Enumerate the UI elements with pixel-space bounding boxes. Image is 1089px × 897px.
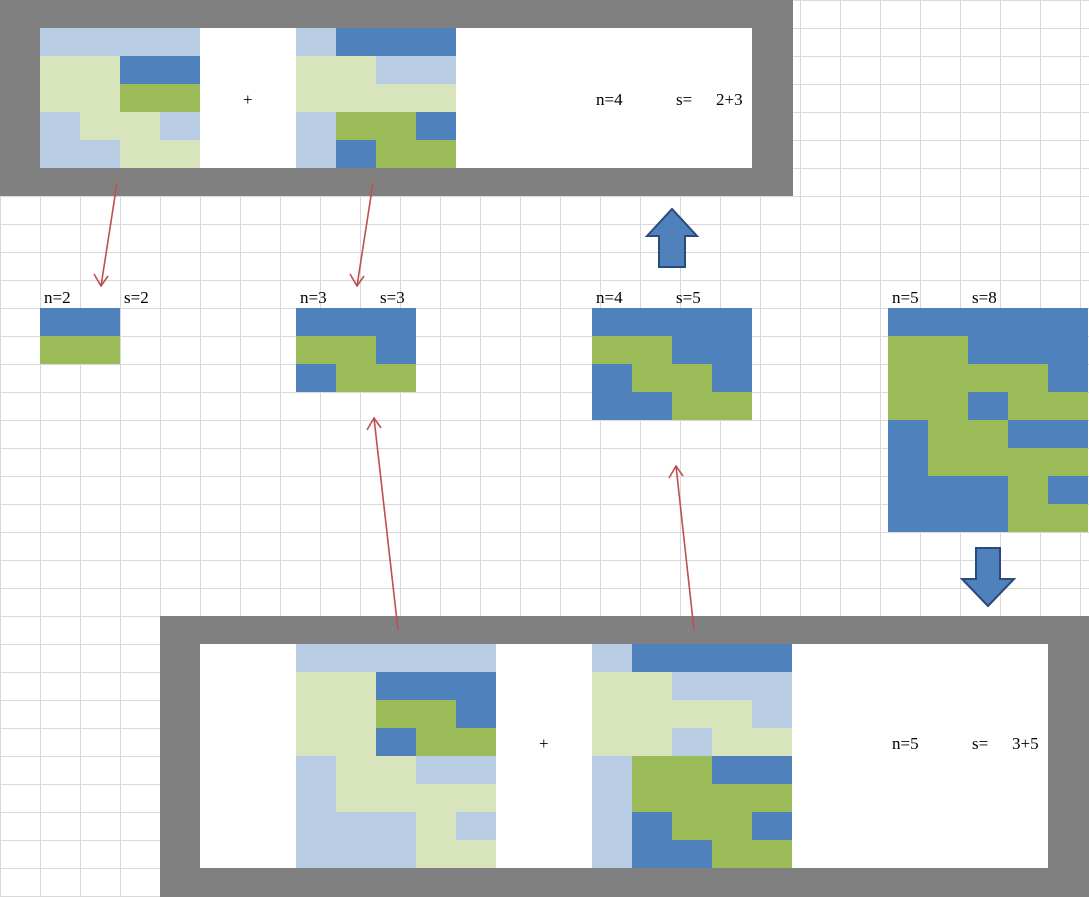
arrow-top-right-to-n3	[349, 182, 374, 288]
arrow-bottom-left-to-n3	[366, 416, 399, 631]
up-block-arrow-icon	[644, 207, 700, 268]
arrow-top-left-to-n2	[93, 182, 118, 288]
arrows-overlay	[93, 182, 1017, 631]
down-block-arrow-icon	[959, 547, 1017, 608]
arrow-bottom-right-to-n4	[668, 464, 695, 631]
